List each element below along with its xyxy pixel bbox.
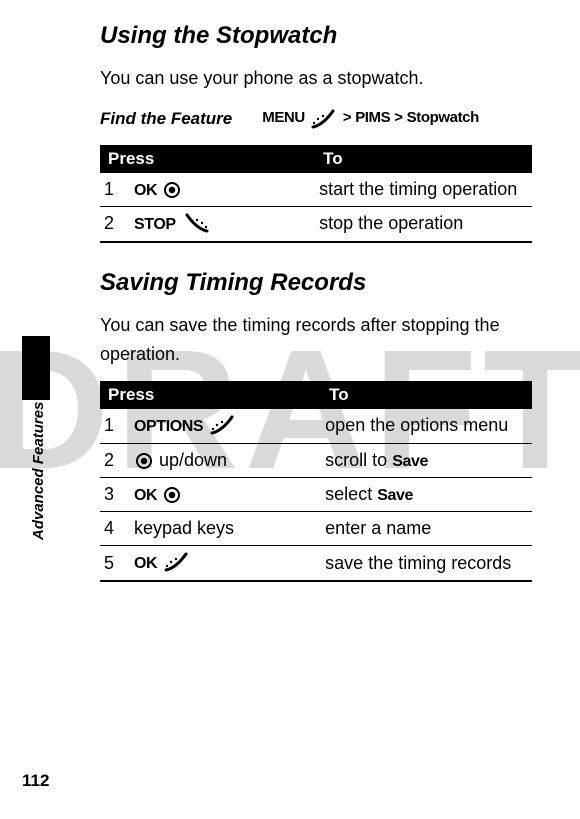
table-row: 1 OPTIONS open the options menu: [100, 409, 532, 444]
press-cell: keypad keys: [130, 511, 321, 545]
section-side-label: Advanced Features: [30, 402, 47, 540]
center-key-icon: [136, 453, 152, 469]
step-num: 2: [100, 206, 130, 242]
step-num: 4: [100, 511, 130, 545]
step-num: 2: [100, 443, 130, 477]
page-number: 112: [22, 771, 49, 791]
intro-saving-records: You can save the timing records after st…: [100, 311, 532, 369]
path-sep2: >: [394, 109, 402, 126]
to-bold: Save: [377, 487, 413, 504]
to-bold: Save: [392, 453, 428, 470]
softkey-right-icon: [208, 415, 238, 437]
softkey-right-icon: [309, 105, 339, 131]
page-content: Using the Stopwatch You can use your pho…: [0, 0, 580, 582]
find-feature-path: MENU > PIMS > Stopwatch: [262, 105, 479, 131]
to-cell: open the options menu: [321, 409, 532, 444]
path-stopwatch: Stopwatch: [407, 109, 479, 126]
press-cell: OK: [130, 545, 321, 581]
to-cell: start the timing operation: [315, 173, 532, 207]
press-label: keypad keys: [134, 518, 234, 538]
press-label: STOP: [134, 216, 176, 233]
steps-table-2: Press To 1 OPTIONS: [100, 381, 532, 583]
step-num: 3: [100, 477, 130, 511]
to-pre: scroll to: [325, 450, 392, 470]
to-cell: select Save: [321, 477, 532, 511]
table-row: 4 keypad keys enter a name: [100, 511, 532, 545]
side-tab: [22, 336, 50, 400]
softkey-left-icon: [181, 213, 211, 235]
table-row: 2 STOP stop the operation: [100, 206, 532, 242]
intro-using-stopwatch: You can use your phone as a stopwatch.: [100, 64, 532, 93]
col-press: Press: [100, 145, 315, 173]
press-label: OK: [134, 555, 157, 572]
table-row: 5 OK save the timing records: [100, 545, 532, 581]
steps-table-1: Press To 1 OK start the timing operation…: [100, 145, 532, 243]
press-cell: OK: [130, 477, 321, 511]
table-row: 3 OK select Save: [100, 477, 532, 511]
heading-using-stopwatch: Using the Stopwatch: [100, 22, 532, 50]
softkey-right-icon: [162, 552, 192, 574]
to-cell: scroll to Save: [321, 443, 532, 477]
col-to: To: [321, 381, 532, 409]
step-num: 5: [100, 545, 130, 581]
col-to: To: [315, 145, 532, 173]
step-num: 1: [100, 409, 130, 444]
heading-saving-records: Saving Timing Records: [100, 269, 532, 297]
table-row: 1 OK start the timing operation: [100, 173, 532, 207]
press-cell: STOP: [130, 206, 315, 242]
press-label: OK: [134, 182, 157, 199]
press-label: up/down: [159, 450, 227, 470]
to-cell: stop the operation: [315, 206, 532, 242]
press-cell: OPTIONS: [130, 409, 321, 444]
path-pims: PIMS: [355, 109, 390, 126]
find-feature-label: Find the Feature: [100, 105, 262, 129]
press-cell: up/down: [130, 443, 321, 477]
find-the-feature: Find the Feature MENU > PIMS > Stopwatch: [100, 105, 532, 131]
to-cell: enter a name: [321, 511, 532, 545]
to-cell: save the timing records: [321, 545, 532, 581]
press-label: OK: [134, 487, 157, 504]
col-press: Press: [100, 381, 321, 409]
path-menu: MENU: [262, 109, 305, 126]
center-key-icon: [164, 487, 180, 503]
path-sep1: >: [343, 109, 351, 126]
to-pre: select: [325, 484, 377, 504]
press-cell: OK: [130, 173, 315, 207]
press-label: OPTIONS: [134, 418, 203, 435]
step-num: 1: [100, 173, 130, 207]
table-row: 2 up/down scroll to Save: [100, 443, 532, 477]
center-key-icon: [164, 182, 180, 198]
